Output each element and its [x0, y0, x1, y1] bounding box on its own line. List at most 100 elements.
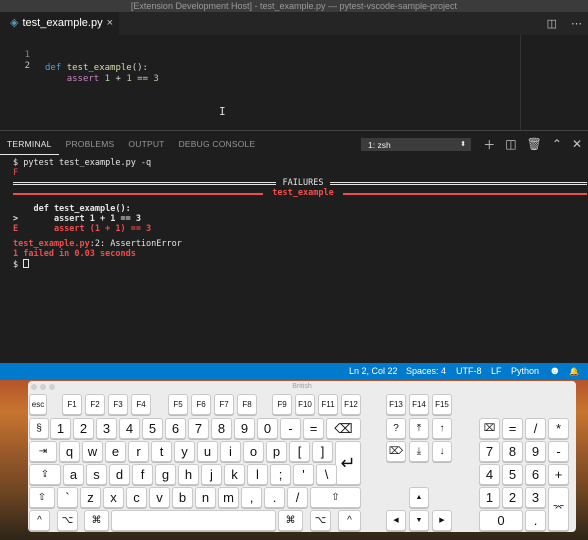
key-3[interactable]: 3: [96, 418, 117, 439]
key-x[interactable]: x: [103, 487, 124, 508]
key-right-bracket[interactable]: ]: [312, 441, 333, 462]
key-r[interactable]: r: [128, 441, 149, 462]
status-indentation[interactable]: Spaces: 4: [406, 363, 446, 380]
key-7[interactable]: 7: [188, 418, 209, 439]
key-backslash[interactable]: \: [316, 464, 337, 485]
key-space[interactable]: [111, 510, 276, 531]
key-f8[interactable]: F8: [237, 394, 257, 415]
status-cursor-position[interactable]: Ln 2, Col 22: [349, 363, 398, 380]
key-numpad-2[interactable]: 2: [502, 487, 523, 508]
key-left-option[interactable]: ⌥: [57, 510, 78, 531]
key-end[interactable]: ⤓: [409, 441, 429, 462]
key-i[interactable]: i: [220, 441, 241, 462]
key-forward-delete[interactable]: ⌦: [386, 441, 406, 462]
key-5[interactable]: 5: [142, 418, 163, 439]
feedback-smiley-icon[interactable]: ☻: [549, 363, 561, 380]
key-f[interactable]: f: [132, 464, 153, 485]
editor-tab-test-example[interactable]: ◈ test_example.py ×: [0, 12, 119, 35]
key-arrow-up[interactable]: ▲: [409, 487, 429, 508]
key-y[interactable]: y: [174, 441, 195, 462]
close-panel-icon[interactable]: ✕: [572, 137, 582, 151]
key-c[interactable]: c: [126, 487, 147, 508]
key-delete[interactable]: ⌫: [326, 418, 361, 439]
key-e[interactable]: e: [105, 441, 126, 462]
key-caps-lock[interactable]: ⇪: [29, 464, 61, 485]
notifications-bell-icon[interactable]: 🔔: [569, 363, 579, 380]
status-language[interactable]: Python: [511, 363, 539, 380]
key-f5[interactable]: F5: [168, 394, 188, 415]
close-tab-icon[interactable]: ×: [107, 12, 113, 35]
code-editor[interactable]: 1 def test_example(): 2 assert 1 + 1 == …: [0, 35, 588, 130]
key-f1[interactable]: F1: [62, 394, 82, 415]
key-t[interactable]: t: [151, 441, 172, 462]
key-9[interactable]: 9: [234, 418, 255, 439]
key-control[interactable]: ^: [29, 510, 50, 531]
key-8[interactable]: 8: [211, 418, 232, 439]
key-f4[interactable]: F4: [131, 394, 151, 415]
key-f2[interactable]: F2: [85, 394, 105, 415]
key-v[interactable]: v: [149, 487, 170, 508]
key-comma[interactable]: ,: [241, 487, 262, 508]
maximize-panel-icon[interactable]: ⌃: [552, 137, 562, 151]
key-numpad-enter[interactable]: ⌤: [548, 487, 569, 531]
key-b[interactable]: b: [172, 487, 193, 508]
key-slash[interactable]: /: [287, 487, 308, 508]
key-p[interactable]: p: [266, 441, 287, 462]
tab-output[interactable]: OUTPUT: [121, 131, 171, 157]
key-d[interactable]: d: [109, 464, 130, 485]
key-f12[interactable]: F12: [341, 394, 361, 415]
status-eol[interactable]: LF: [491, 363, 502, 380]
kill-terminal-icon[interactable]: 🗑: [527, 137, 542, 151]
key-numpad-1[interactable]: 1: [479, 487, 500, 508]
tab-terminal[interactable]: TERMINAL: [0, 133, 59, 155]
key-numpad-divide[interactable]: /: [525, 418, 546, 439]
key-numpad-6[interactable]: 6: [525, 464, 546, 485]
key-quote[interactable]: ': [293, 464, 314, 485]
key-equals[interactable]: =: [303, 418, 324, 439]
key-tab[interactable]: ⇥: [29, 441, 57, 462]
key-f10[interactable]: F10: [295, 394, 315, 415]
key-minus[interactable]: -: [280, 418, 301, 439]
key-2[interactable]: 2: [73, 418, 94, 439]
more-actions-icon[interactable]: ⋯: [571, 17, 582, 30]
key-numpad-7[interactable]: 7: [479, 441, 500, 462]
key-n[interactable]: n: [195, 487, 216, 508]
key-0[interactable]: 0: [257, 418, 278, 439]
key-o[interactable]: o: [243, 441, 264, 462]
key-numpad-8[interactable]: 8: [502, 441, 523, 462]
key-m[interactable]: m: [218, 487, 239, 508]
key-left-command[interactable]: ⌘: [84, 510, 109, 531]
key-j[interactable]: j: [201, 464, 222, 485]
key-help[interactable]: ?: [386, 418, 406, 439]
key-right-option[interactable]: ⌥: [310, 510, 331, 531]
key-esc[interactable]: esc: [29, 394, 47, 415]
key-f14[interactable]: F14: [409, 394, 429, 415]
key-return[interactable]: ↵: [335, 441, 361, 485]
key-numpad-equals[interactable]: =: [502, 418, 523, 439]
key-w[interactable]: w: [82, 441, 103, 462]
key-home[interactable]: ⤒: [409, 418, 429, 439]
key-g[interactable]: g: [155, 464, 176, 485]
key-right-shift[interactable]: ⇧: [310, 487, 361, 508]
key-clear[interactable]: ⌧: [479, 418, 500, 439]
key-h[interactable]: h: [178, 464, 199, 485]
key-numpad-3[interactable]: 3: [525, 487, 546, 508]
key-f9[interactable]: F9: [272, 394, 292, 415]
key-f11[interactable]: F11: [318, 394, 338, 415]
terminal-select[interactable]: 1: zsh ⬍: [361, 138, 471, 151]
key-period[interactable]: .: [264, 487, 285, 508]
key-numpad-multiply[interactable]: *: [548, 418, 569, 439]
key-f15[interactable]: F15: [432, 394, 452, 415]
key-l[interactable]: l: [247, 464, 268, 485]
key-numpad-4[interactable]: 4: [479, 464, 500, 485]
key-arrow-left[interactable]: ◀: [386, 510, 406, 531]
new-terminal-icon[interactable]: ＋: [483, 136, 495, 153]
key-numpad-0[interactable]: 0: [479, 510, 523, 531]
status-encoding[interactable]: UTF-8: [456, 363, 482, 380]
key-right-control[interactable]: ^: [338, 510, 361, 531]
split-editor-icon[interactable]: ◫: [547, 17, 557, 30]
key-f3[interactable]: F3: [108, 394, 128, 415]
key-u[interactable]: u: [197, 441, 218, 462]
key-left-shift[interactable]: ⇧: [29, 487, 55, 508]
key-arrow-down[interactable]: ▼: [409, 510, 429, 531]
